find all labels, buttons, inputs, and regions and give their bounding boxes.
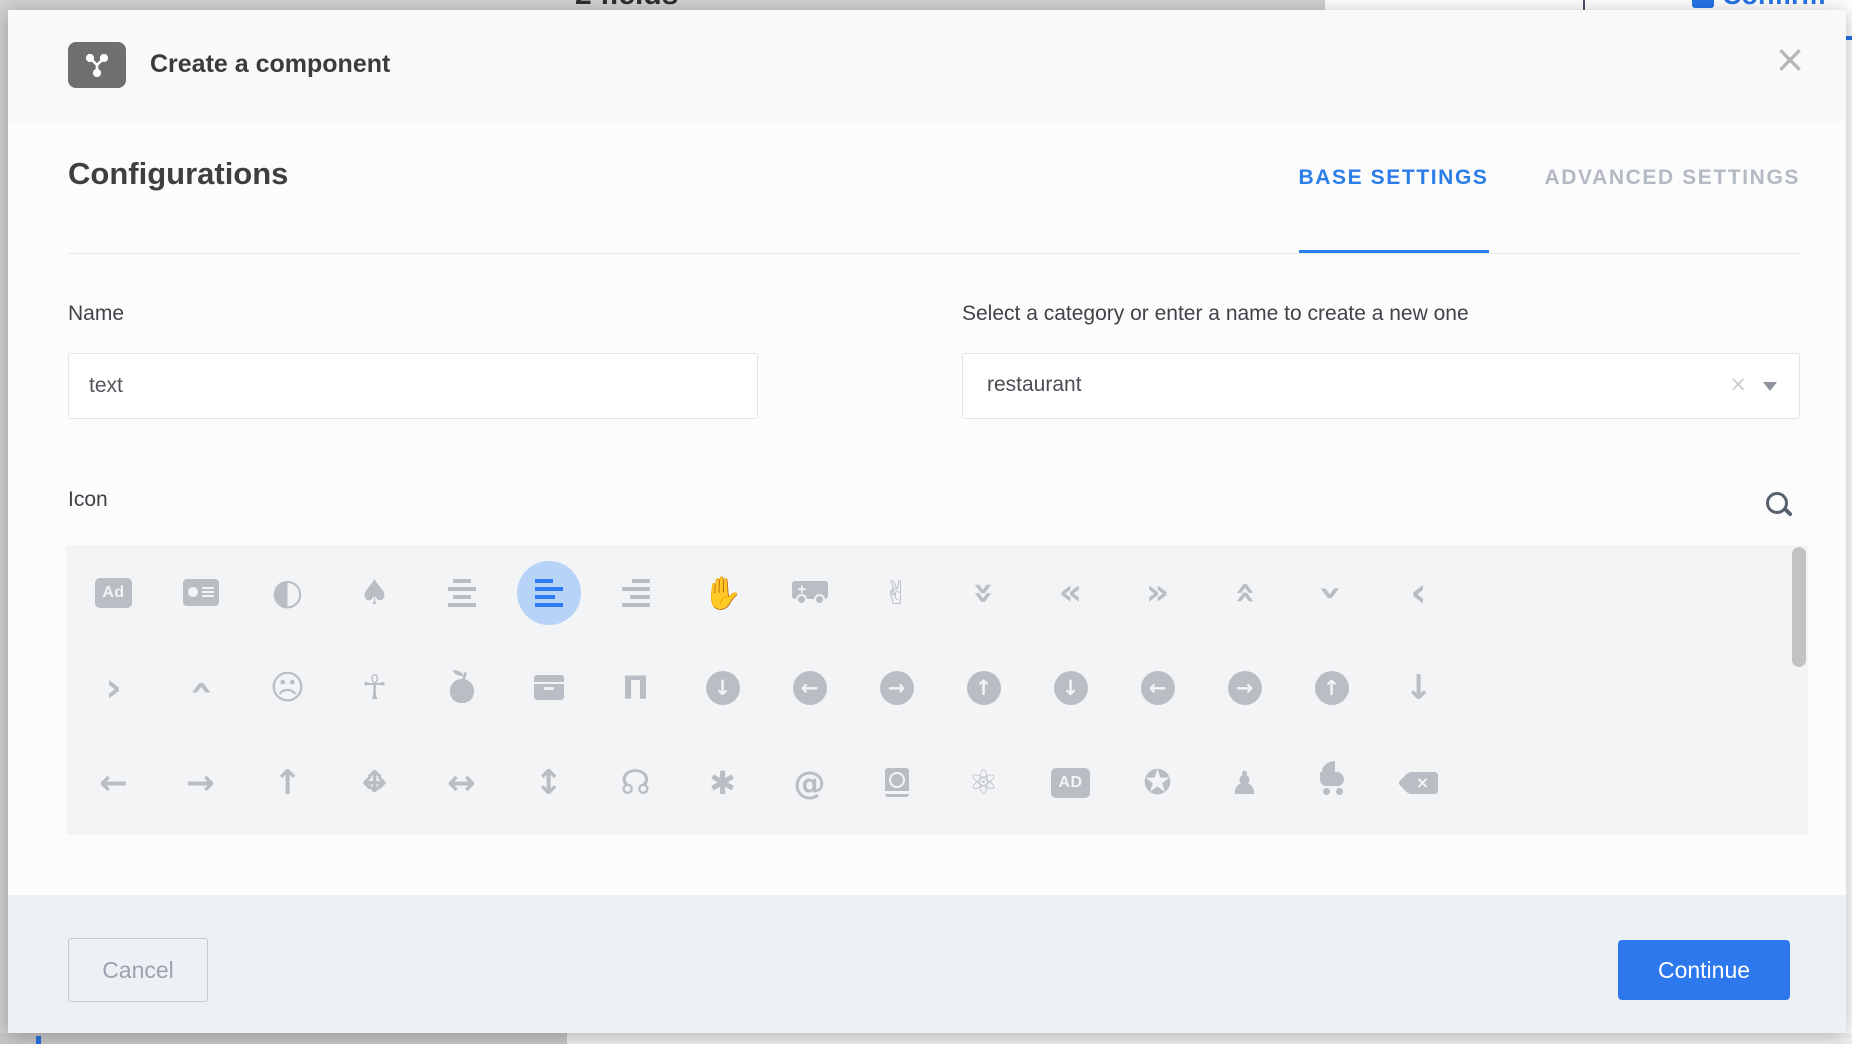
- background-fields-text: 2 fields: [575, 0, 678, 10]
- background-page-bottom: [0, 1033, 1852, 1044]
- arrow-alt-circle-right-icon[interactable]: →: [853, 640, 940, 735]
- allergies-icon[interactable]: ✋: [679, 545, 766, 640]
- arrow-alt-circle-down-icon[interactable]: ↓: [679, 640, 766, 735]
- baby-icon[interactable]: ♟: [1201, 735, 1288, 830]
- ankh-icon[interactable]: ☥: [331, 640, 418, 735]
- close-icon[interactable]: ×: [1774, 40, 1806, 78]
- category-select[interactable]: restaurant ×: [962, 353, 1800, 419]
- icon-grid-scrollbar[interactable]: [1792, 547, 1806, 667]
- continue-button[interactable]: Continue: [1618, 940, 1790, 1000]
- address-card-icon[interactable]: [157, 545, 244, 640]
- adjust-icon[interactable]: ◐: [244, 545, 331, 640]
- angle-down-icon[interactable]: ›: [1288, 545, 1375, 640]
- background-confirm-link: Confirm the: [1722, 0, 1852, 10]
- arrow-up-icon[interactable]: ↑: [244, 735, 331, 830]
- settings-tabs: BASE SETTINGS ADVANCED SETTINGS: [1299, 165, 1801, 254]
- cancel-button[interactable]: Cancel: [68, 938, 208, 1002]
- arrow-circle-down-icon[interactable]: ↓: [1027, 640, 1114, 735]
- clear-icon[interactable]: ×: [1729, 372, 1747, 396]
- baby-carriage-icon[interactable]: [1288, 735, 1375, 830]
- tab-base-settings[interactable]: BASE SETTINGS: [1299, 165, 1489, 254]
- apple-alt-icon[interactable]: [418, 640, 505, 735]
- name-label: Name: [68, 302, 124, 326]
- audio-description-icon[interactable]: AD: [1027, 735, 1114, 830]
- angry-icon[interactable]: ☹: [244, 640, 331, 735]
- create-component-modal: Create a component × Configurations BASE…: [8, 10, 1846, 1033]
- asterisk-icon[interactable]: ✱: [679, 735, 766, 830]
- align-center-icon[interactable]: [418, 545, 505, 640]
- align-right-icon[interactable]: [592, 545, 679, 640]
- angle-up-icon[interactable]: ›: [157, 640, 244, 735]
- category-selected-value: restaurant: [987, 373, 1082, 397]
- backspace-icon[interactable]: ×: [1375, 735, 1462, 830]
- icon-grid: Ad◐♠✋✌»«»»›‹››☹☥Π↓←→↑↓←→↑↓←→↑↔↕☊✱@⚛AD✪♟×: [66, 545, 1808, 835]
- arrow-alt-circle-left-icon[interactable]: ←: [766, 640, 853, 735]
- arrow-circle-left-icon[interactable]: ←: [1114, 640, 1201, 735]
- background-page-top: 2 fields Confirm the: [0, 0, 1852, 10]
- atlas-icon[interactable]: [853, 735, 940, 830]
- header-divider: [68, 253, 1802, 254]
- ad-icon[interactable]: Ad: [70, 545, 157, 640]
- air-freshener-icon[interactable]: ♠: [331, 545, 418, 640]
- arrow-circle-up-icon[interactable]: ↑: [1288, 640, 1375, 735]
- angle-double-up-icon[interactable]: »: [1201, 545, 1288, 640]
- arrow-left-icon[interactable]: ←: [70, 735, 157, 830]
- angle-left-icon[interactable]: ‹: [1375, 545, 1462, 640]
- ambulance-icon[interactable]: [766, 545, 853, 640]
- align-left-icon[interactable]: [505, 545, 592, 640]
- award-icon[interactable]: ✪: [1114, 735, 1201, 830]
- arrow-down-icon[interactable]: ↓: [1375, 640, 1462, 735]
- modal-title: Create a component: [150, 50, 390, 79]
- arrow-alt-circle-up-icon[interactable]: ↑: [940, 640, 1027, 735]
- background-blue-mark: [36, 1036, 41, 1044]
- background-divider: [1583, 0, 1585, 10]
- page-title: Configurations: [68, 156, 288, 192]
- component-icon: [68, 42, 126, 88]
- american-sign-language-interpreting-icon[interactable]: ✌: [853, 545, 940, 640]
- assistive-listening-systems-icon[interactable]: ☊: [592, 735, 679, 830]
- background-page-right: [1846, 10, 1852, 1033]
- name-input[interactable]: [68, 353, 758, 419]
- icon-label: Icon: [68, 488, 108, 512]
- angle-double-right-icon[interactable]: »: [1114, 545, 1201, 640]
- arrow-circle-right-icon[interactable]: →: [1201, 640, 1288, 735]
- angle-double-left-icon[interactable]: «: [1027, 545, 1114, 640]
- modal-footer: Cancel Continue: [8, 895, 1846, 1033]
- arrow-right-icon[interactable]: →: [157, 735, 244, 830]
- angle-double-down-icon[interactable]: »: [940, 545, 1027, 640]
- angle-right-icon[interactable]: ›: [70, 640, 157, 735]
- archive-icon[interactable]: [505, 640, 592, 735]
- arrows-alt-icon[interactable]: [331, 735, 418, 830]
- atom-icon[interactable]: ⚛: [940, 735, 1027, 830]
- tab-advanced-settings[interactable]: ADVANCED SETTINGS: [1545, 165, 1801, 254]
- modal-header: Create a component ×: [8, 10, 1846, 122]
- category-label: Select a category or enter a name to cre…: [962, 302, 1469, 326]
- background-blue-underline: [1846, 36, 1852, 40]
- background-gray-segment: [0, 1033, 567, 1044]
- chevron-down-icon[interactable]: [1763, 382, 1777, 391]
- background-blue-icon: [1692, 0, 1714, 8]
- arrows-alt-h-icon[interactable]: ↔: [418, 735, 505, 830]
- at-icon[interactable]: @: [766, 735, 853, 830]
- arrows-alt-v-icon[interactable]: ↕: [505, 735, 592, 830]
- archway-icon[interactable]: Π: [592, 640, 679, 735]
- search-icon[interactable]: [1766, 492, 1794, 520]
- icon-grid-rows: Ad◐♠✋✌»«»»›‹››☹☥Π↓←→↑↓←→↑↓←→↑↔↕☊✱@⚛AD✪♟×: [66, 545, 1808, 830]
